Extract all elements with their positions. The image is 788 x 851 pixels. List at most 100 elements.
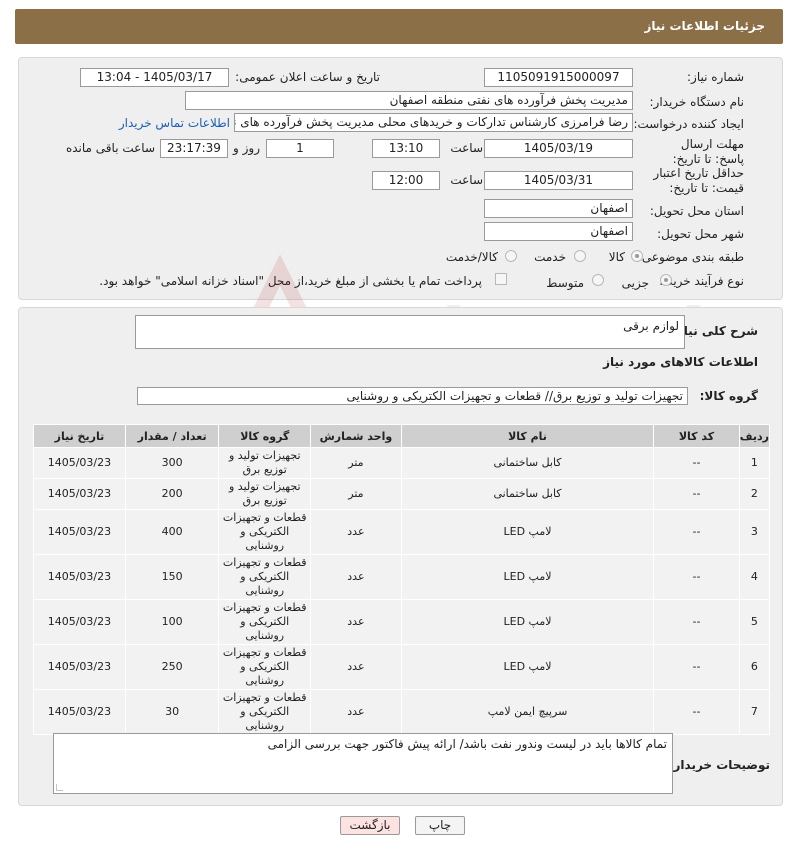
deadline-time-field[interactable]: 13:10 [372,139,440,158]
goods-code: -- [653,478,740,510]
quantity: 200 [124,478,220,510]
col-goods-name: نام کالا [400,424,655,448]
buyer-notes-text: تمام کالاها باید در لیست وندور نفت باشد/… [267,737,667,751]
buyer-notes-textarea[interactable]: تمام کالاها باید در لیست وندور نفت باشد/… [53,733,673,794]
row-number: 7 [738,689,771,735]
process-minor-label: جزیی [621,276,649,290]
row-number: 1 [738,447,771,479]
announce-label: تاریخ و ساعت اعلان عمومی: [235,70,380,84]
resize-grip-icon[interactable] [56,784,63,791]
back-button[interactable]: بازگشت [340,816,400,835]
need-date: 1405/03/23 [33,644,126,690]
validity-time-field[interactable]: 12:00 [372,171,440,190]
deadline-date-field[interactable]: 1405/03/19 [484,139,633,158]
row-number: 4 [738,554,771,600]
province-label: استان محل تحویل: [649,204,744,218]
need-date: 1405/03/23 [33,478,126,510]
city-field[interactable]: اصفهان [484,222,633,241]
process-minor-radio[interactable] [660,274,672,286]
goods-name: لامپ LED [400,599,655,645]
unit: عدد [310,599,402,645]
category-goods-radio[interactable] [631,250,643,262]
creator-label: ایجاد کننده درخواست: [633,117,744,131]
need-date: 1405/03/23 [33,509,126,555]
category-goods-service-radio[interactable] [505,250,517,262]
unit: متر [310,447,402,479]
goods-group-label: گروه کالا: [699,389,758,403]
need-date: 1405/03/23 [33,554,126,600]
goods-code: -- [653,599,740,645]
description-textarea[interactable]: لوازم برقی [135,315,685,349]
buyer-notes-label: توضیحات خریدار: [668,758,770,772]
announce-datetime-field[interactable]: 1405/03/17 - 13:04 [80,68,229,87]
table-row[interactable]: 2 -- کابل ساختمانی متر تجهیزات تولید و ت… [33,478,771,510]
table-row[interactable]: 7 -- سرپیچ ایمن لامپ عدد قطعات و تجهیزات… [33,689,771,735]
category-service-radio[interactable] [574,250,586,262]
unit: متر [310,478,402,510]
table-row[interactable]: 5 -- لامپ LED عدد قطعات و تجهیزات الکتری… [33,599,771,645]
goods-name: کابل ساختمانی [400,447,655,479]
process-medium-label: متوسط [546,276,584,290]
quantity: 100 [124,599,220,645]
min-validity-label: حداقل تاریخ اعتبار قیمت: تا تاریخ: [653,166,744,195]
goods-group: قطعات و تجهیزات الکتریکی و روشنایی [218,689,312,735]
buyer-org-label: نام دستگاه خریدار: [649,95,745,109]
city-label: شهر محل تحویل: [657,227,744,241]
row-number: 5 [738,599,771,645]
goods-group: تجهیزات تولید و توزیع برق [218,478,312,510]
remaining-time-field[interactable]: 23:17:39 [160,139,228,158]
treasury-payment-note: پرداخت تمام یا بخشی از مبلغ خرید،از محل … [99,274,482,288]
goods-table-header: ردیف کد کالا نام کالا واحد شمارش گروه کا… [33,424,771,448]
need-number-field[interactable]: 1105091915000097 [484,68,633,87]
need-date: 1405/03/23 [33,689,126,735]
goods-table: ردیف کد کالا نام کالا واحد شمارش گروه کا… [33,424,771,735]
need-date: 1405/03/23 [33,599,126,645]
days-label: روز و [233,141,260,155]
quantity: 250 [124,644,220,690]
goods-group: قطعات و تجهیزات الکتریکی و روشنایی [218,644,312,690]
buyer-contact-link[interactable]: اطلاعات تماس خریدار [119,116,230,130]
page-header: جزئیات اطلاعات نیاز [15,9,783,44]
buyer-org-field[interactable]: مدیریت پخش فرآورده های نفتی منطقه اصفهان [185,91,633,110]
goods-name: لامپ LED [400,509,655,555]
quantity: 30 [124,689,220,735]
goods-name: سرپیچ ایمن لامپ [400,689,655,735]
col-quantity: تعداد / مقدار [124,424,220,448]
table-row[interactable]: 3 -- لامپ LED عدد قطعات و تجهیزات الکتری… [33,509,771,555]
deadline-label: مهلت ارسال پاسخ: تا تاریخ: [672,137,744,166]
validity-time-label: ساعت [450,173,483,187]
unit: عدد [310,509,402,555]
quantity: 150 [124,554,220,600]
category-goods-label: کالا [608,250,625,264]
col-need-date: تاریخ نیاز [33,424,126,448]
print-button[interactable]: چاپ [415,816,465,835]
category-goods-service-label: کالا/خدمت [445,250,498,264]
goods-group-field[interactable]: تجهیزات تولید و توزیع برق// قطعات و تجهی… [137,387,688,405]
goods-name: لامپ LED [400,554,655,600]
need-number-label: شماره نیاز: [687,70,744,84]
col-unit: واحد شمارش [310,424,402,448]
unit: عدد [310,644,402,690]
creator-field[interactable]: رضا فرامرزی کارشناس تدارکات و خریدهای مح… [234,113,633,132]
page-title: جزئیات اطلاعات نیاز [644,19,765,33]
goods-group: تجهیزات تولید و توزیع برق [218,447,312,479]
process-medium-radio[interactable] [592,274,604,286]
goods-group: قطعات و تجهیزات الکتریکی و روشنایی [218,599,312,645]
validity-date-field[interactable]: 1405/03/31 [484,171,633,190]
need-date: 1405/03/23 [33,447,126,479]
unit: عدد [310,689,402,735]
col-goods-group: گروه کالا [218,424,312,448]
treasury-payment-checkbox[interactable] [495,273,507,285]
col-goods-code: کد کالا [653,424,740,448]
goods-code: -- [653,509,740,555]
table-row[interactable]: 1 -- کابل ساختمانی متر تجهیزات تولید و ت… [33,447,771,479]
col-row-number: ردیف [738,424,771,448]
days-field[interactable]: 1 [266,139,334,158]
table-row[interactable]: 6 -- لامپ LED عدد قطعات و تجهیزات الکتری… [33,644,771,690]
goods-code: -- [653,554,740,600]
goods-code: -- [653,689,740,735]
category-label: طبقه بندی موضوعی: [637,250,744,264]
table-row[interactable]: 4 -- لامپ LED عدد قطعات و تجهیزات الکتری… [33,554,771,600]
deadline-time-label: ساعت [450,141,483,155]
province-field[interactable]: اصفهان [484,199,633,218]
